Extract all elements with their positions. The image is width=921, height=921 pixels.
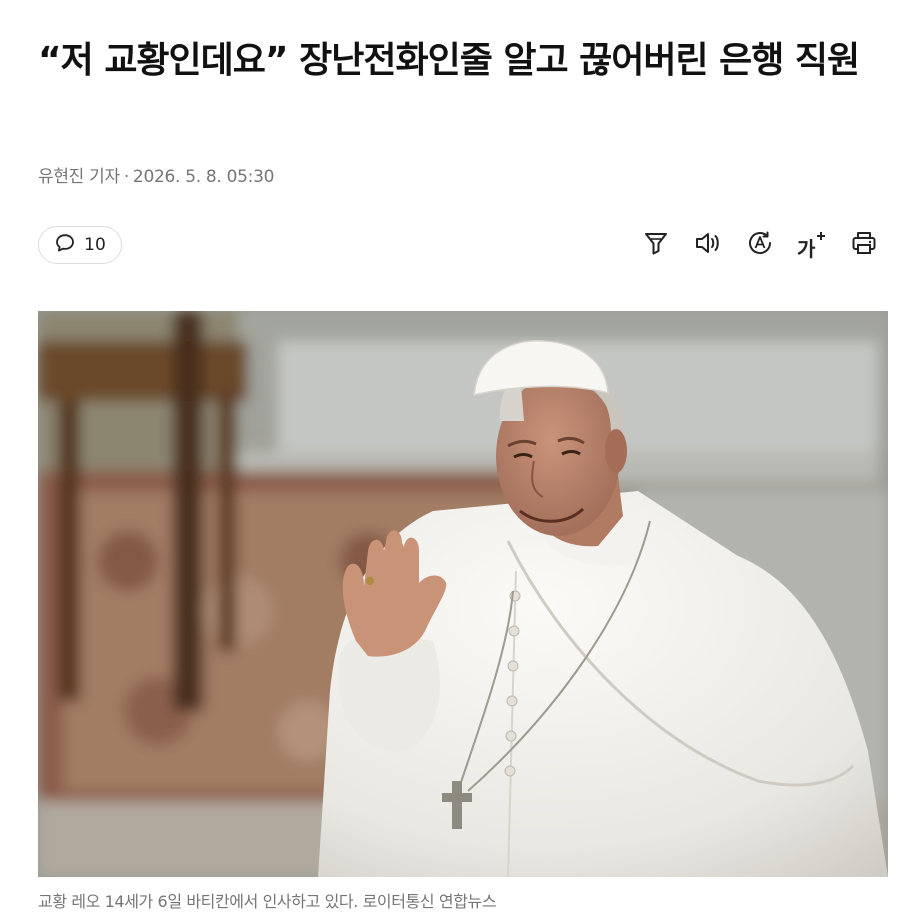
photo-caption: 교황 레오 14세가 6일 바티칸에서 인사하고 있다. 로이터통신 연합뉴스 (38, 892, 497, 911)
comment-icon (54, 232, 76, 258)
summary-filter-icon (642, 229, 670, 261)
translate-icon (746, 229, 774, 261)
listen-button[interactable] (693, 229, 723, 261)
font-size-icon: 가 (797, 231, 827, 261)
byline: 유현진 기자 · 2026. 5. 8. 05:30 (38, 162, 274, 187)
article-headline: “저 교황인데요” 장난전화인줄 알고 끊어버린 은행 직원 (38, 40, 860, 81)
comment-button[interactable]: 10 (38, 226, 122, 264)
speaker-icon (693, 229, 723, 261)
publish-date: 2026. 5. 8. 05:30 (132, 167, 275, 187)
print-button[interactable] (849, 229, 879, 261)
article-photo (38, 311, 888, 877)
byline-separator: · (123, 167, 129, 187)
reporter-name[interactable]: 유현진 기자 (38, 167, 120, 187)
font-size-button[interactable]: 가 (797, 229, 827, 261)
photo-illustration (38, 311, 888, 877)
summary-button[interactable] (641, 229, 671, 261)
translate-button[interactable] (745, 229, 775, 261)
comment-count: 10 (84, 235, 106, 255)
article-tools: 가 (641, 229, 879, 261)
print-icon (850, 229, 878, 261)
font-size-label: 가 (797, 237, 816, 261)
